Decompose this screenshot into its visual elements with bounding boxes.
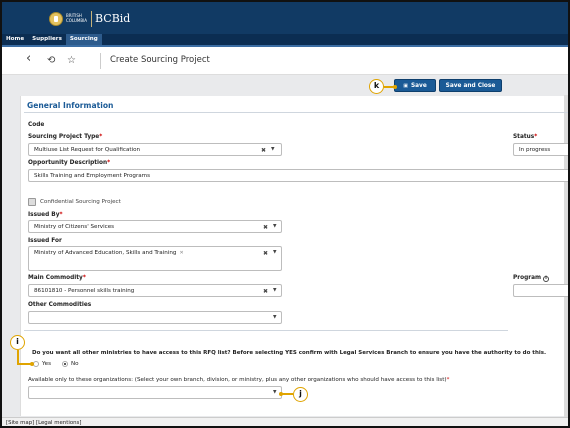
confidential-label: Confidential Sourcing Project [40, 199, 121, 205]
bc-seal-icon [49, 11, 63, 26]
callout-j-dot [279, 391, 283, 396]
available-orgs-label: Available only to these organizations: (… [28, 377, 450, 383]
site-map-link[interactable]: [Site map] [6, 420, 34, 426]
issued-for-label: Issued For [28, 238, 62, 244]
main-commodity-label: Main Commodity* [28, 275, 86, 281]
page-title: Create Sourcing Project [110, 55, 210, 65]
confidential-checkbox[interactable] [28, 198, 36, 206]
program-field[interactable] [513, 284, 568, 297]
save-button[interactable]: ▣ Save [394, 79, 436, 92]
issued-for-tag[interactable]: Ministry of Advanced Education, Skills a… [34, 250, 184, 256]
legal-link[interactable]: [Legal mentions] [36, 420, 82, 426]
status-value: In progress [519, 147, 551, 153]
nav-suppliers[interactable]: Suppliers [28, 34, 66, 45]
clear-icon[interactable]: ✖ [261, 147, 266, 154]
status-field[interactable]: In progress [513, 143, 568, 156]
footer: [Site map] [Legal mentions] [2, 417, 568, 426]
callout-k: k [369, 79, 384, 94]
callout-i-line-h [17, 363, 31, 365]
bcbid-logo[interactable]: BRITISH COLUMBIA BCBid [49, 9, 130, 28]
program-label: Program i [513, 275, 550, 282]
clear-icon[interactable]: ✖ [263, 250, 268, 257]
section-title: General Information [27, 101, 114, 110]
project-type-select[interactable]: Multiuse List Request for Qualification … [28, 143, 282, 156]
callout-j-line [282, 393, 293, 395]
radio-yes-label: Yes [42, 361, 52, 367]
callout-k-dot [393, 84, 397, 89]
logo-text-big: BCBid [95, 12, 131, 25]
logo-separator [91, 10, 92, 27]
clear-icon[interactable]: ✖ [263, 288, 268, 295]
main-commodity-select[interactable]: 86101810 - Personnel skills training ✖ ▼ [28, 284, 282, 297]
main-nav: Home Suppliers Sourcing [2, 34, 568, 45]
opportunity-input[interactable]: Skills Training and Employment Programs [28, 169, 568, 182]
callout-i: i [10, 335, 25, 350]
back-icon[interactable]: ‹ [26, 52, 31, 65]
save-and-close-button[interactable]: Save and Close [439, 79, 502, 92]
project-type-label: Sourcing Project Type* [28, 134, 103, 140]
access-question: Do you want all other ministries to have… [32, 350, 547, 356]
code-label: Code [28, 122, 45, 128]
app-frame: BRITISH COLUMBIA BCBid Home Suppliers So… [0, 0, 570, 428]
chevron-down-icon[interactable]: ▼ [273, 390, 277, 395]
save-icon: ▣ [403, 82, 408, 89]
nav-sourcing[interactable]: Sourcing [65, 34, 102, 45]
chevron-down-icon[interactable]: ▼ [271, 147, 275, 152]
main-commodity-value: 86101810 - Personnel skills training [34, 288, 135, 294]
opportunity-value: Skills Training and Employment Programs [34, 173, 151, 179]
issued-by-value: Ministry of Citizens' Services [34, 224, 115, 230]
chevron-down-icon[interactable]: ▼ [273, 224, 277, 229]
info-icon[interactable]: i [543, 276, 550, 282]
radio-no-label: No [71, 361, 79, 367]
opportunity-label: Opportunity Description* [28, 160, 111, 166]
logo-text-small: BRITISH COLUMBIA [66, 13, 88, 23]
action-bar: ▣ Save Save and Close [2, 75, 568, 95]
radio-no[interactable] [62, 361, 68, 367]
toolbar-divider [100, 53, 101, 69]
history-icon[interactable]: ⟲ [47, 56, 55, 66]
tag-remove-icon[interactable]: ✕ [179, 250, 183, 256]
available-orgs-select[interactable]: ▼ [28, 386, 282, 399]
section-divider [24, 112, 568, 113]
save-button-label: Save [410, 82, 427, 89]
page-toolbar: ‹ ⟲ ☆ Create Sourcing Project [2, 47, 568, 75]
other-commodities-label: Other Commodities [28, 302, 92, 308]
chevron-down-icon[interactable]: ▼ [273, 250, 277, 255]
callout-i-dot [30, 362, 34, 366]
chevron-down-icon[interactable]: ▼ [273, 288, 277, 293]
form-divider [24, 330, 508, 331]
status-label: Status* [513, 134, 538, 140]
other-commodities-select[interactable]: ▼ [28, 311, 282, 324]
nav-home[interactable]: Home [2, 34, 28, 45]
issued-by-select[interactable]: Ministry of Citizens' Services ✖ ▼ [28, 220, 282, 233]
project-type-value: Multiuse List Request for Qualification [34, 147, 141, 153]
callout-j: j [293, 387, 308, 402]
clear-icon[interactable]: ✖ [263, 224, 268, 231]
issued-by-label: Issued By* [28, 212, 63, 218]
callout-i-line [17, 350, 19, 363]
star-icon[interactable]: ☆ [67, 56, 76, 66]
top-header: BRITISH COLUMBIA BCBid [2, 2, 568, 34]
chevron-down-icon[interactable]: ▼ [273, 315, 277, 320]
issued-for-multiselect[interactable]: Ministry of Advanced Education, Skills a… [28, 246, 282, 271]
